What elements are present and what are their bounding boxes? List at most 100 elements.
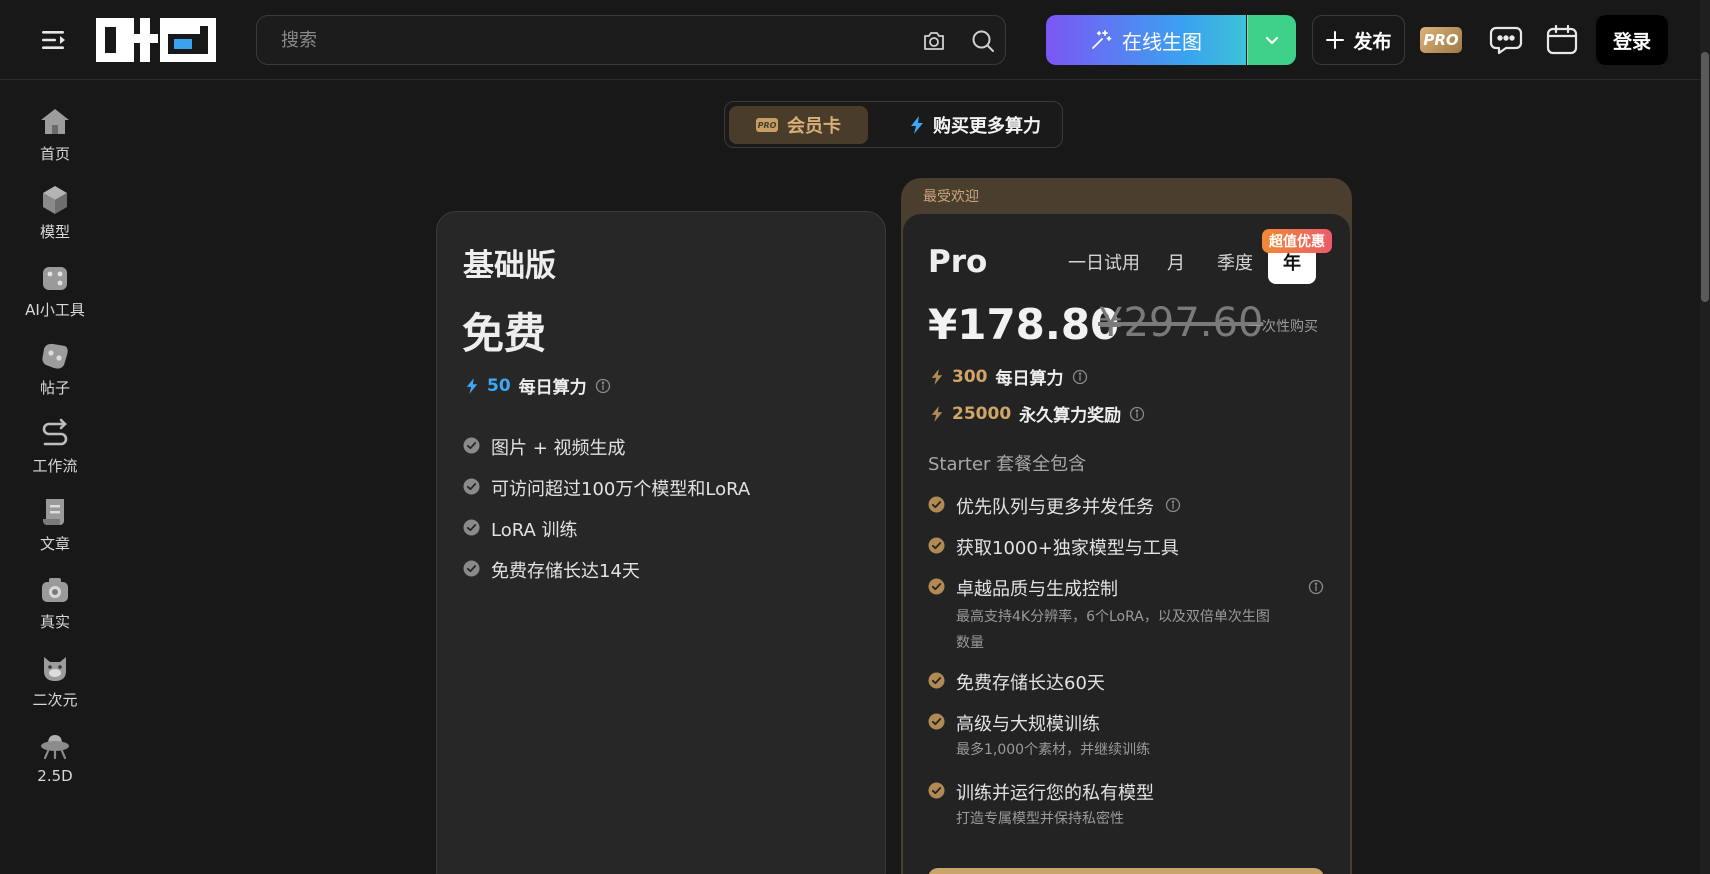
publish-label: 发布 [1353, 30, 1392, 53]
info-icon[interactable] [1072, 369, 1088, 385]
feature-text: LoRA 训练 [491, 520, 578, 541]
feature-item: 高级与大规模训练 最多1,000个素材，并继续训练 [928, 710, 1150, 759]
info-icon[interactable] [1308, 579, 1324, 595]
anime-icon [44, 657, 66, 681]
camera-icon [42, 578, 68, 602]
tab-membership-card[interactable]: PRO 会员卡 [729, 106, 868, 144]
period-tab-month[interactable]: 月 [1150, 240, 1202, 284]
daily-power-row: 300 每日算力 [930, 364, 1088, 389]
feature-text: 卓越品质与生成控制 [956, 579, 1118, 600]
lightning-icon [931, 368, 943, 385]
plus-icon [1326, 31, 1345, 49]
feature-item: 卓越品质与生成控制 最高支持4K分辨率，6个LoRA，以及双倍单次生图数量 [928, 575, 1324, 656]
feature-body: 训练并运行您的私有模型 打造专属模型并保持私密性 [956, 779, 1154, 828]
sidebar-item-real[interactable]: 真实 [0, 573, 110, 649]
sidebar-item-label: 工作流 [32, 457, 78, 475]
feature-body: 高级与大规模训练 最多1,000个素材，并继续训练 [956, 710, 1150, 759]
basic-plan-card: 基础版 免费 50 每日算力 图片 + 视频生成 可访问超过100万个模型和Lo… [436, 211, 886, 874]
permanent-power-label: 永久算力奖励 [1019, 406, 1122, 426]
feature-text: 可访问超过100万个模型和LoRA [491, 479, 751, 500]
scrollbar-thumb[interactable] [1701, 52, 1709, 302]
daily-power-amount: 50 [487, 375, 511, 396]
check-circle-icon [463, 437, 480, 454]
sidebar-item-workflow[interactable]: 工作流 [0, 417, 110, 493]
tab-buy-more-power[interactable]: 购买更多算力 [895, 106, 1055, 144]
post-icon [42, 343, 68, 369]
check-circle-icon [928, 537, 945, 554]
sidebar-item-label: 模型 [39, 223, 70, 241]
lightning-icon [911, 116, 923, 134]
info-icon[interactable] [595, 378, 611, 394]
chevron-down-icon [1265, 36, 1279, 45]
search-icon[interactable] [969, 27, 997, 55]
plan-type-switch: PRO 会员卡 购买更多算力 [724, 101, 1063, 148]
feature-item: 可访问超过100万个模型和LoRA [463, 475, 750, 501]
purchase-type: 一次性购买 [1248, 319, 1318, 335]
calendar-icon[interactable] [1544, 22, 1580, 58]
pro-badge[interactable]: PRO [1420, 27, 1462, 53]
sidebar-item-2-5d[interactable]: 2.5D [0, 729, 110, 805]
search-input[interactable] [281, 16, 881, 64]
feature-item: 免费存储长达14天 [463, 557, 640, 583]
feature-text: 优先队列与更多并发任务 [956, 497, 1154, 518]
feature-item: 训练并运行您的私有模型 打造专属模型并保持私密性 [928, 779, 1154, 828]
permanent-power-row: 25000 永久算力奖励 [930, 401, 1145, 426]
plan-name: Pro [928, 244, 988, 280]
deal-badge: 超值优惠 [1262, 229, 1332, 253]
feature-subtext: 打造专属模型并保持私密性 [956, 811, 1124, 827]
tab-label: 会员卡 [787, 116, 841, 137]
workflow-icon [42, 418, 68, 446]
messages-icon[interactable] [1488, 22, 1524, 58]
sidebar: 首页 模型 AI小工具 帖子 工作流 文章 真实 二次元 2.5D [0, 81, 110, 874]
ufo-icon [41, 735, 69, 760]
lightning-icon [931, 405, 943, 422]
login-button[interactable]: 登录 [1596, 15, 1668, 65]
info-icon[interactable] [1129, 406, 1145, 422]
tab-label: 购买更多算力 [933, 116, 1041, 137]
check-circle-icon [928, 672, 945, 689]
check-circle-icon [463, 478, 480, 495]
check-circle-icon [463, 519, 480, 536]
publish-button[interactable]: 发布 [1312, 15, 1405, 65]
search-box [256, 15, 1006, 65]
sidebar-item-articles[interactable]: 文章 [0, 495, 110, 571]
period-tab-day-trial[interactable]: 一日试用 [1058, 240, 1150, 284]
original-price: ¥297.60 [1098, 300, 1264, 346]
feature-text: 获取1000+独家模型与工具 [956, 538, 1179, 559]
sidebar-item-label: AI小工具 [25, 301, 85, 319]
feature-subtext: 最多1,000个素材，并继续训练 [956, 742, 1151, 758]
generate-online-button[interactable]: 在线生图 [1046, 15, 1246, 65]
pro-mini-badge: PRO [756, 118, 778, 132]
feature-subtext: 最高支持4K分辨率，6个LoRA，以及双倍单次生图数量 [956, 609, 1270, 651]
check-circle-icon [928, 782, 945, 799]
site-logo[interactable] [94, 14, 218, 66]
image-search-icon[interactable] [921, 28, 947, 54]
check-circle-icon [463, 560, 480, 577]
magic-wand-icon [1092, 30, 1112, 49]
article-icon [43, 499, 64, 525]
most-popular-label: 最受欢迎 [923, 189, 979, 205]
period-tab-quarter[interactable]: 季度 [1202, 240, 1268, 284]
sidebar-item-anime[interactable]: 二次元 [0, 651, 110, 727]
sidebar-item-label: 首页 [39, 145, 70, 163]
purchase-button[interactable] [928, 868, 1324, 874]
feature-text: 训练并运行您的私有模型 [956, 783, 1154, 804]
top-bar: 在线生图 发布 PRO 登录 [0, 0, 1700, 80]
sidebar-item-home[interactable]: 首页 [0, 105, 110, 181]
check-circle-icon [928, 578, 945, 595]
plan-price: 免费 [462, 309, 547, 358]
sidebar-item-ai-tools[interactable]: AI小工具 [0, 261, 110, 337]
menu-toggle-icon[interactable] [38, 26, 72, 54]
daily-power-label: 每日算力 [995, 369, 1064, 389]
sidebar-item-posts[interactable]: 帖子 [0, 339, 110, 415]
feature-text: 免费存储长达14天 [491, 561, 640, 582]
dice-icon [43, 267, 67, 290]
feature-body: 卓越品质与生成控制 最高支持4K分辨率，6个LoRA，以及双倍单次生图数量 [956, 575, 1283, 656]
feature-item: 获取1000+独家模型与工具 [928, 534, 1179, 560]
generate-dropdown-button[interactable] [1247, 15, 1296, 65]
pro-price: ¥178.80 [928, 300, 1120, 349]
daily-power-label: 每日算力 [518, 378, 587, 398]
sidebar-item-label: 真实 [39, 613, 70, 631]
sidebar-item-models[interactable]: 模型 [0, 183, 110, 259]
info-icon[interactable] [1165, 497, 1181, 513]
